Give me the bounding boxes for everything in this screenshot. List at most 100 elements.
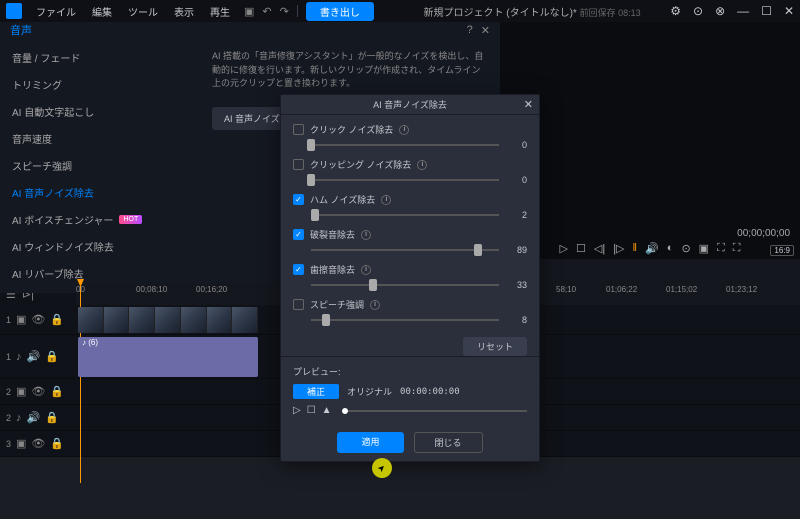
sidebar-item-volume[interactable]: 音量 / フェード [0,44,200,71]
notify-icon[interactable]: ⊙ [693,4,703,18]
dialog-title: AI 音声ノイズ除去 [373,98,447,111]
crop-icon[interactable]: ⛶ [717,242,725,255]
close-panel-icon[interactable]: ✕ [481,24,490,37]
menu-edit[interactable]: 編集 [84,4,120,19]
preview-play-icon[interactable]: ▷ [293,405,301,416]
apply-button[interactable]: 適用 [337,432,403,453]
dialog-close-icon[interactable]: ✕ [524,98,533,111]
lock-icon[interactable]: 🔒 [45,411,59,424]
close-button[interactable]: 閉じる [414,432,483,453]
video-clip[interactable]: ⊞ ♪ (6) [78,307,258,333]
sidebar-item-wind-noise[interactable]: AI ウィンドノイズ除去 [0,233,200,260]
info-icon[interactable]: i [381,195,391,205]
sidebar-item-speed[interactable]: 音声速度 [0,125,200,152]
ai-noise-removal-dialog: AI 音声ノイズ除去 ✕ クリック ノイズ除去i 0 クリッピング ノイズ除去i… [280,94,540,462]
preview-stop-icon[interactable]: ☐ [307,405,316,416]
plosive-checkbox[interactable] [293,229,304,240]
audio-clip[interactable]: ♪ (6) [78,337,258,377]
clipping-noise-label: クリッピング ノイズ除去 [310,158,411,171]
undo-icon[interactable]: ↶ [262,5,271,18]
cursor-indicator [372,458,392,478]
fullscreen-icon[interactable]: ⛶ [733,242,741,255]
volume-icon[interactable]: 🔊 [645,242,659,255]
menu-tool[interactable]: ツール [120,4,166,19]
mute-icon[interactable]: 🔊 [27,350,41,363]
info-icon[interactable]: i [361,265,371,275]
info-icon[interactable]: i [370,300,380,310]
hum-noise-slider[interactable] [311,214,499,216]
play-icon[interactable]: ▷ [560,242,568,255]
click-noise-checkbox[interactable] [293,124,304,135]
info-icon[interactable]: i [417,160,427,170]
info-icon[interactable]: i [361,230,371,240]
export-button[interactable]: 書き出し [306,2,374,21]
project-title: 新規プロジェクト (タイトルなし)* 前回保存 08:13 [394,4,670,19]
info-icon[interactable]: i [399,125,409,135]
video-track-icon[interactable]: ▣ [16,437,26,450]
audio-clip-label: ♪ (6) [78,337,258,348]
minimize-icon[interactable]: — [737,4,749,18]
settings-icon[interactable]: ⚙ [670,4,681,18]
redo-icon[interactable]: ↷ [280,5,289,18]
audio-track-icon[interactable]: ♪ [16,351,22,363]
video-track-icon[interactable]: ▣ [16,385,26,398]
sidebar-item-speech-enhance[interactable]: スピーチ強調 [0,152,200,179]
stop-icon[interactable]: ☐ [576,242,586,255]
click-noise-label: クリック ノイズ除去 [310,123,393,136]
preview-marker-icon[interactable]: ▲ [322,405,332,416]
sidebar-item-transcribe[interactable]: AI 自動文字起こし [0,98,200,125]
track-header: 1 ♪ 🔊 🔒 [0,335,76,378]
lock-icon[interactable]: 🔒 [45,350,59,363]
audio-track-icon[interactable]: ♪ [16,412,22,424]
menu-play[interactable]: 再生 [202,4,238,19]
lock-icon[interactable]: 🔒 [50,385,64,398]
markers-icon[interactable]: ◐ [667,242,674,254]
preview-progress[interactable] [342,410,527,412]
account-icon[interactable]: ⊗ [715,4,725,18]
app-logo-icon [6,3,22,19]
clipping-noise-checkbox[interactable] [293,159,304,170]
dialog-header: AI 音声ノイズ除去 ✕ [281,95,539,115]
track-header: 1 ▣ 👁 🔒 [0,305,76,334]
close-icon[interactable]: ✕ [784,4,794,18]
pause-icon[interactable]: ‖ [633,242,638,254]
hum-noise-checkbox[interactable] [293,194,304,205]
timecode-display: 00:00:00:00 [400,387,460,397]
visibility-icon[interactable]: 👁 [31,385,45,398]
speech-enhance-slider[interactable] [311,319,499,321]
click-noise-slider[interactable] [311,144,499,146]
help-icon[interactable]: ? [467,24,473,37]
sibilance-checkbox[interactable] [293,264,304,275]
prev-icon[interactable]: ◁| [594,242,605,255]
plosive-label: 破裂音除去 [310,228,355,241]
clipping-noise-slider[interactable] [311,179,499,181]
save-icon[interactable]: ▣ [244,5,254,18]
divider [297,5,298,17]
snapshot-icon[interactable]: ⊙ [681,242,690,255]
menu-view[interactable]: 表示 [166,4,202,19]
visibility-icon[interactable]: 👁 [31,437,45,450]
maximize-icon[interactable]: ☐ [761,4,772,18]
preview-label: プレビュー: [293,365,527,378]
lock-icon[interactable]: 🔒 [50,313,64,326]
speech-enhance-label: スピーチ強調 [310,298,364,311]
menu-file[interactable]: ファイル [28,4,84,19]
compare-icon[interactable]: ▣ [699,242,709,255]
hot-badge: HOT [119,215,142,224]
plosive-slider[interactable] [311,249,499,251]
speech-enhance-checkbox[interactable] [293,299,304,310]
lock-icon[interactable]: 🔒 [50,437,64,450]
sidebar-item-noise-removal[interactable]: AI 音声ノイズ除去 [0,179,200,206]
sidebar-item-trim[interactable]: トリミング [0,71,200,98]
corrected-toggle[interactable]: 補正 [293,384,339,399]
original-label[interactable]: オリジナル [347,385,392,398]
aspect-ratio[interactable]: 16:9 [770,245,794,256]
mute-icon[interactable]: 🔊 [27,411,41,424]
next-icon[interactable]: |▷ [613,242,624,255]
video-track-icon[interactable]: ▣ [16,313,26,326]
hum-noise-label: ハム ノイズ除去 [310,193,375,206]
visibility-icon[interactable]: 👁 [31,313,45,326]
sidebar-item-voice-changer[interactable]: AI ボイスチェンジャーHOT [0,206,200,233]
reset-button[interactable]: リセット [463,337,527,356]
sibilance-slider[interactable] [311,284,499,286]
